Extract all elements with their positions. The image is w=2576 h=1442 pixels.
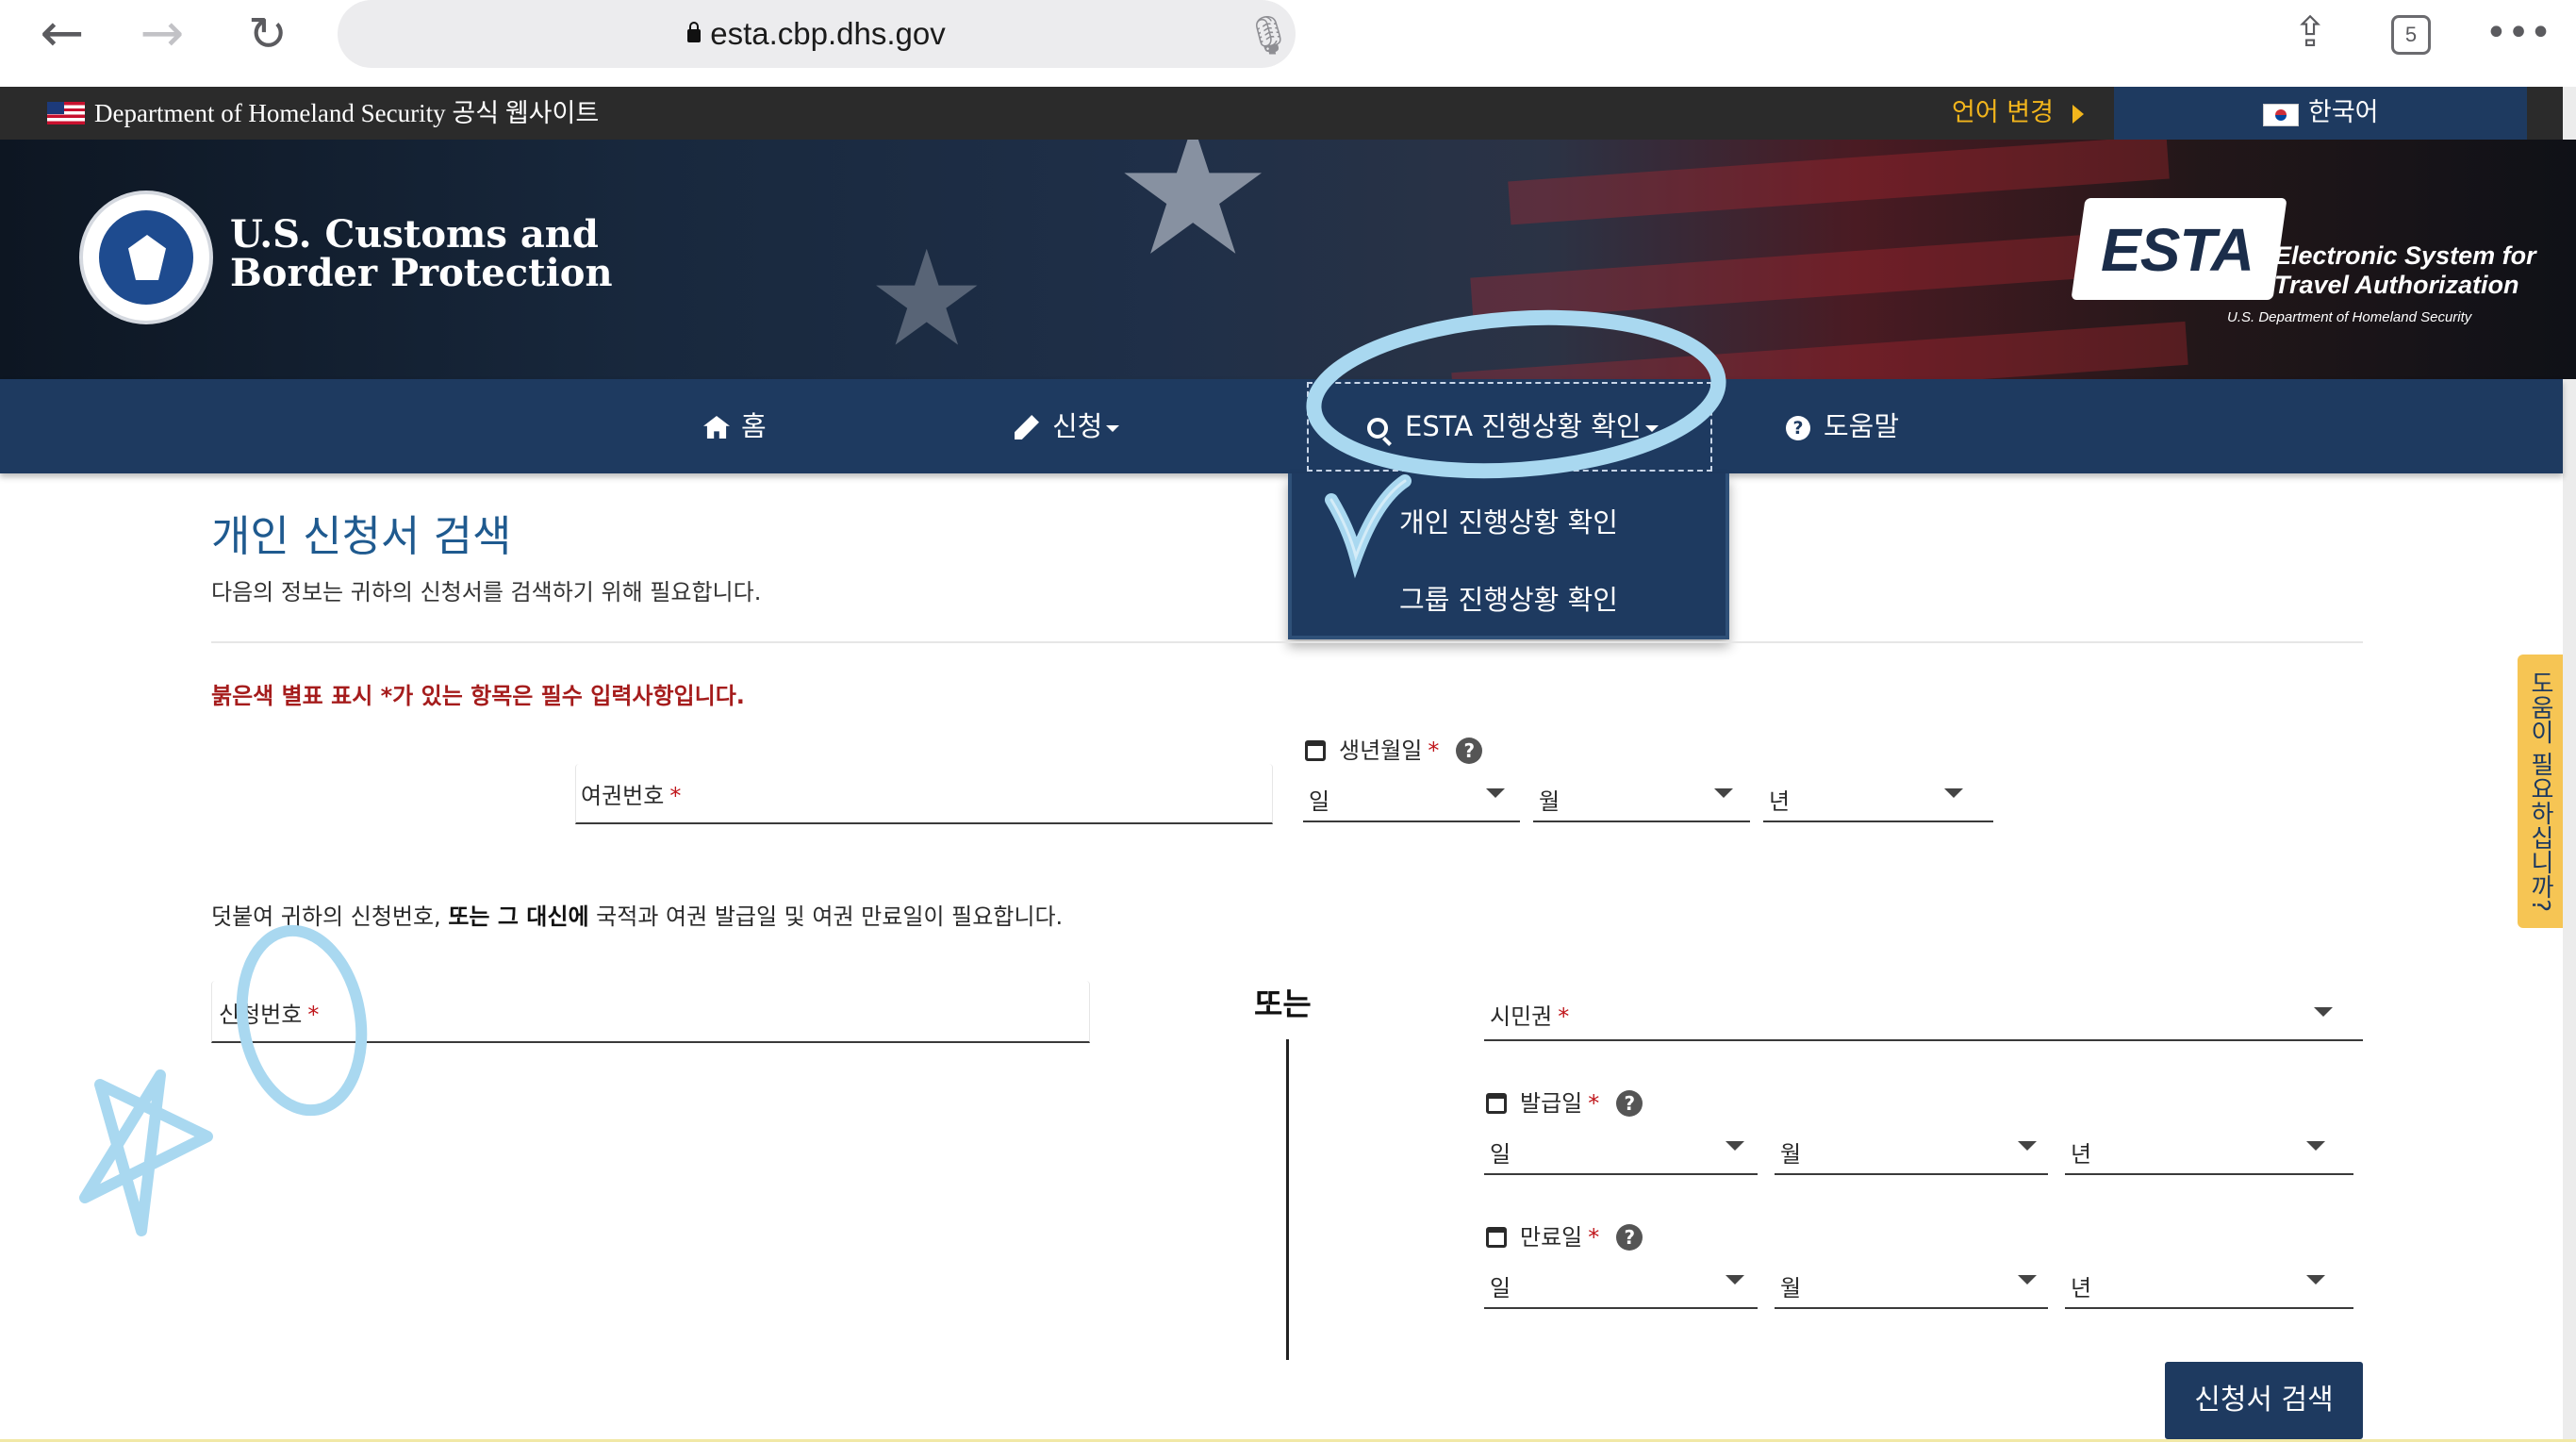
- required-fields-note: 붉은색 별표 표시 *가 있는 항목은 필수 입력사항입니다.: [211, 683, 745, 709]
- issue-date-label: 발급일 *?: [1486, 1085, 1643, 1118]
- share-icon[interactable]: ⇪: [2282, 0, 2338, 66]
- help-question-icon[interactable]: ?: [1616, 1090, 1643, 1117]
- us-flag-icon: [47, 102, 85, 124]
- alternative-info-text: 덧붙여 귀하의 신청번호, 또는 그 대신에 국적과 여권 발급일 및 여권 만…: [211, 903, 1064, 930]
- url-text: esta.cbp.dhs.gov: [710, 16, 946, 51]
- caret-down-icon: [1106, 424, 1120, 432]
- nav-apply[interactable]: 신청: [1015, 379, 1120, 473]
- nav-help[interactable]: ? 도움말: [1786, 379, 1899, 473]
- menu-item-group-status[interactable]: 그룹 진행상황 확인: [1292, 562, 1726, 638]
- official-site-notice: Department of Homeland Security 공식 웹사이트: [94, 99, 600, 127]
- annotation-star: [79, 1069, 213, 1236]
- microphone-icon[interactable]: 🎙: [1245, 13, 1293, 58]
- chevron-down-icon: [1944, 788, 1963, 798]
- status-dropdown-menu: 개인 진행상황 확인 그룹 진행상황 확인: [1288, 473, 1729, 639]
- calendar-icon: [1486, 1093, 1507, 1114]
- hero-banner: ★ ★ U.S. Customs and Border Protection E…: [0, 140, 2576, 379]
- help-question-icon[interactable]: ?: [1456, 738, 1483, 764]
- passport-number-label: 여권번호 *: [581, 783, 682, 809]
- chevron-down-icon: [2314, 1007, 2333, 1017]
- or-separator-label: 또는: [1254, 986, 1312, 1022]
- back-icon[interactable]: ←: [25, 6, 100, 62]
- home-icon: [703, 416, 730, 439]
- help-icon: ?: [1786, 416, 1810, 440]
- chevron-down-icon: [2306, 1141, 2325, 1151]
- chevron-down-icon: [2306, 1275, 2325, 1285]
- lock-icon: [687, 22, 702, 42]
- page-description: 다음의 정보는 귀하의 신청서를 검색하기 위해 필요합니다.: [211, 579, 762, 605]
- esta-logo-text: ESTA: [2101, 216, 2254, 284]
- pencil-icon: [1015, 415, 1039, 439]
- chevron-down-icon: [1714, 788, 1733, 798]
- browser-toolbar: ← → ↻ esta.cbp.dhs.gov 🎙 ⇪ 5 •••: [0, 0, 2576, 87]
- korea-flag-icon: [2263, 104, 2299, 126]
- calendar-icon: [1305, 740, 1326, 761]
- divider: [211, 641, 2363, 643]
- calendar-icon: [1486, 1227, 1507, 1248]
- page-title: 개인 신청서 검색: [211, 511, 512, 561]
- dhs-seal-logo[interactable]: [79, 191, 213, 324]
- chevron-down-icon: [1726, 1141, 1744, 1151]
- search-application-button[interactable]: 신청서 검색: [2165, 1362, 2363, 1439]
- chevron-down-icon: [1726, 1275, 1744, 1285]
- reload-icon[interactable]: ↻: [230, 6, 305, 62]
- application-number-label: 신청번호 *: [219, 1002, 320, 1028]
- birth-date-label: 생년월일 *?: [1305, 732, 1483, 765]
- nav-status-focus-ring: [1307, 382, 1712, 472]
- help-question-icon[interactable]: ?: [1616, 1224, 1643, 1251]
- main-navigation: 홈 신청 ESTA 진행상황 확인 ? 도움말: [0, 379, 2563, 473]
- nav-home[interactable]: 홈: [703, 379, 767, 473]
- agency-name[interactable]: U.S. Customs and Border Protection: [230, 215, 613, 292]
- esta-tagline: Electronic System for Travel Authorizati…: [2274, 241, 2536, 299]
- chevron-down-icon: [2018, 1141, 2037, 1151]
- address-bar[interactable]: esta.cbp.dhs.gov: [338, 0, 1296, 68]
- language-selector[interactable]: 한국어: [2114, 87, 2527, 140]
- expiry-date-label: 만료일 *?: [1486, 1218, 1643, 1251]
- caret-right-icon: [2072, 105, 2084, 124]
- chevron-down-icon: [1486, 788, 1505, 798]
- chevron-down-icon: [2018, 1275, 2037, 1285]
- esta-dept-text: U.S. Department of Homeland Security: [2227, 309, 2472, 325]
- or-separator-line: [1286, 1039, 1289, 1360]
- tabs-icon[interactable]: 5: [2391, 15, 2431, 55]
- language-change-link[interactable]: 언어 변경: [1952, 87, 2054, 140]
- forward-icon[interactable]: →: [124, 6, 200, 62]
- help-side-tab-label[interactable]: 도움이 필요하십니까?: [2518, 655, 2563, 928]
- application-number-field[interactable]: [211, 981, 1090, 1043]
- current-language: 한국어: [2308, 98, 2379, 127]
- more-icon[interactable]: •••: [2484, 0, 2553, 66]
- menu-item-individual-status[interactable]: 개인 진행상황 확인: [1292, 485, 1726, 560]
